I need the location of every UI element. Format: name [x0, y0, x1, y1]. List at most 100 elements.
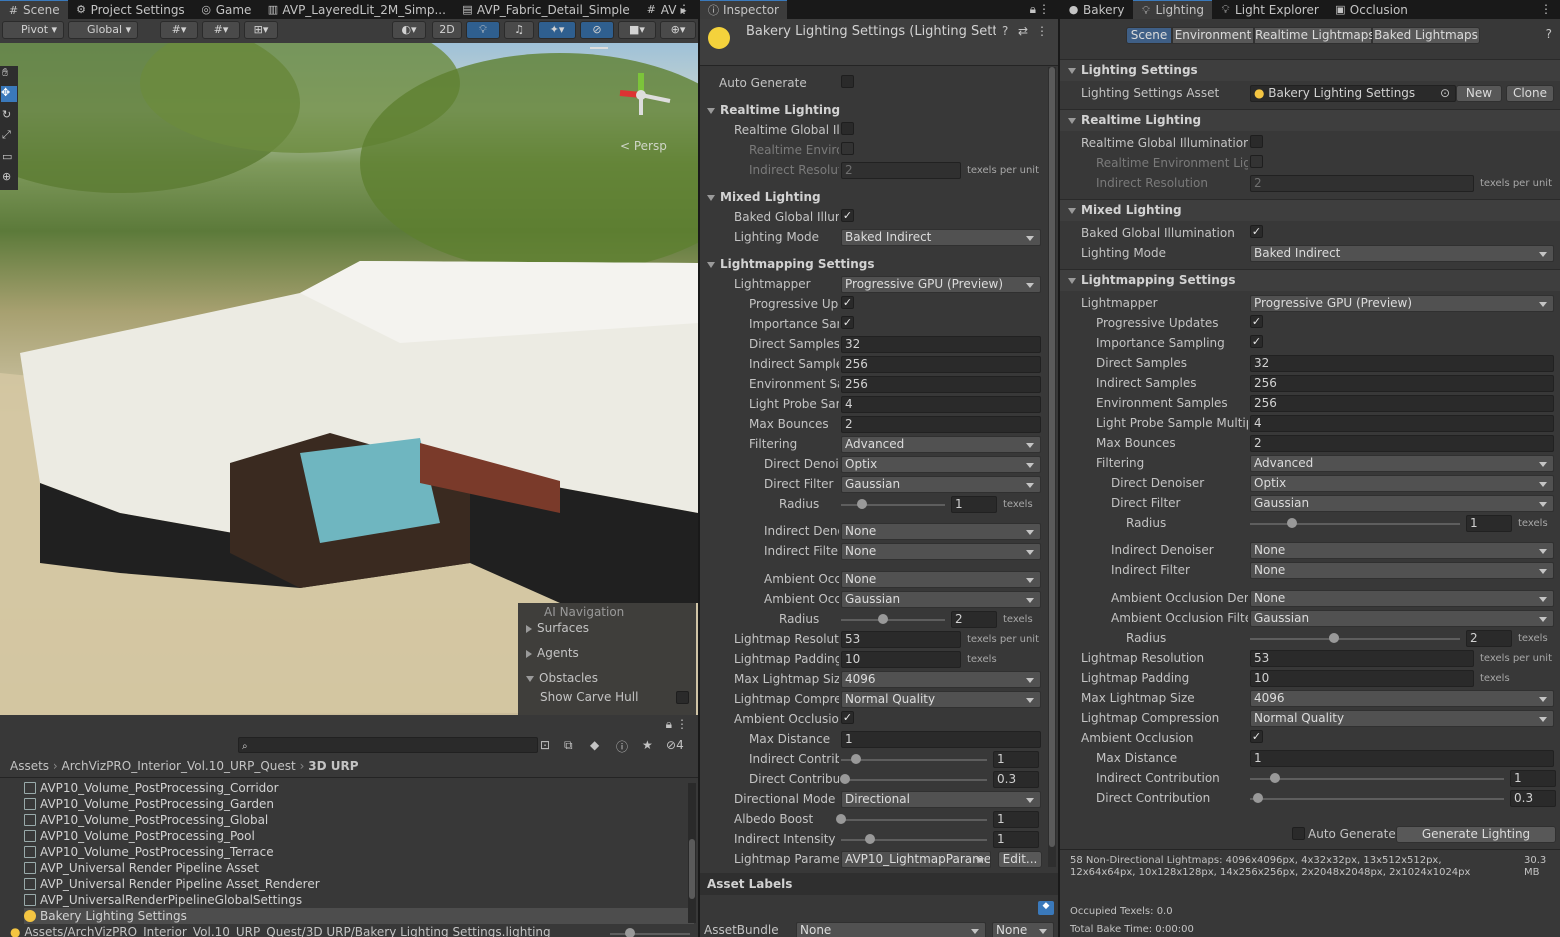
lighting-mode-dropdown[interactable]: Baked Indirect [841, 229, 1041, 246]
list-item[interactable]: AVP10_Volume_PostProcessing_Terrace [24, 844, 274, 860]
importance-sampling-checkbox[interactable]: ✓ [841, 316, 854, 329]
warning-filter-icon[interactable]: ⓘ [616, 738, 628, 755]
environment-samples-field[interactable]: 256 [841, 376, 1041, 393]
lighting-settings-header[interactable]: Lighting Settings [1068, 63, 1198, 77]
tab-lighting[interactable]: 💡︎ Lighting [1132, 0, 1213, 19]
progressive-updates-checkbox[interactable]: ✓ [841, 296, 854, 309]
snap-increment-button[interactable]: ⊞▾ [244, 21, 278, 39]
lightmap-compression-dropdown[interactable]: Normal Quality [841, 691, 1041, 708]
progressive-updates-checkbox[interactable]: ✓ [1250, 315, 1263, 328]
auto-generate-checkbox[interactable] [841, 75, 854, 88]
mixed-lighting-header[interactable]: Mixed Lighting [707, 190, 821, 204]
indirect-samples-field[interactable]: 256 [1250, 375, 1554, 392]
ambient-occlusion-checkbox[interactable]: ✓ [841, 711, 854, 724]
overlay-item-obstacles[interactable]: Obstacles [526, 671, 598, 685]
move-tool-icon[interactable]: ✥ [1, 86, 17, 102]
max-bounces-field[interactable]: 2 [841, 416, 1041, 433]
slider-thumb[interactable] [865, 834, 876, 844]
more-menu-icon[interactable]: ⋮ [678, 2, 690, 16]
baked-gi-checkbox[interactable]: ✓ [841, 209, 854, 222]
tab-game[interactable]: ◎ Game [193, 0, 260, 19]
lightmap-compression-dropdown[interactable]: Normal Quality [1250, 710, 1554, 727]
clone-lighting-settings-button[interactable]: Clone [1506, 85, 1554, 102]
lighting-mode-dropdown[interactable]: Baked Indirect [1250, 245, 1554, 262]
tab-occlusion[interactable]: ▣ Occlusion [1327, 0, 1416, 19]
environment-samples-field[interactable]: 256 [1250, 395, 1554, 412]
more-menu-icon[interactable]: ⋮ [676, 717, 688, 731]
indirect-resolution-field[interactable]: 2 [841, 162, 961, 179]
show-carve-hull-checkbox[interactable] [676, 691, 689, 704]
tab-inspector[interactable]: ⓘ Inspector [700, 0, 787, 19]
global-dropdown[interactable]: Global ▾ [68, 21, 138, 39]
tab-scene[interactable]: # Scene [0, 0, 68, 19]
ao-filter-dropdown[interactable]: Gaussian [841, 591, 1041, 608]
slider-thumb[interactable] [1252, 793, 1263, 803]
toggle-2d-button[interactable]: 2D [432, 21, 462, 39]
ao-radius-value-field[interactable]: 2 [951, 611, 997, 628]
effects-toggle-button[interactable]: ✦▾ [538, 21, 576, 39]
indirect-filter-dropdown[interactable]: None [1250, 562, 1554, 579]
direct-filter-dropdown[interactable]: Gaussian [1250, 495, 1554, 512]
importance-sampling-checkbox[interactable]: ✓ [1250, 335, 1263, 348]
list-item[interactable]: AVP10_Volume_PostProcessing_Garden [24, 796, 274, 812]
direct-radius-slider[interactable] [841, 496, 945, 513]
filtering-dropdown[interactable]: Advanced [841, 436, 1041, 453]
lock-icon[interactable]: 🔒︎ [1030, 2, 1036, 17]
slider-thumb[interactable] [840, 774, 851, 784]
hand-tool-icon[interactable]: ✋︎ [2, 66, 16, 82]
light-probe-samples-field[interactable]: 4 [841, 396, 1041, 413]
edit-lightmap-parameters-button[interactable]: Edit... [998, 851, 1042, 868]
scrollbar-thumb[interactable] [1049, 67, 1055, 847]
ao-denoiser-dropdown[interactable]: None [1250, 590, 1554, 607]
grid-snap-button[interactable]: #▾ [160, 21, 198, 39]
max-distance-field[interactable]: 1 [1250, 750, 1554, 767]
realtime-env-checkbox[interactable] [1250, 155, 1263, 168]
list-item[interactable]: AVP_UniversalRenderPipelineGlobalSetting… [24, 892, 302, 908]
breadcrumb-current[interactable]: 3D URP [308, 759, 358, 773]
indirect-contribution-slider[interactable] [1250, 770, 1504, 787]
tab-layered-lit[interactable]: ▥ AVP_LayeredLit_2M_Simp... [259, 0, 454, 19]
file-list-scrollbar[interactable] [688, 783, 696, 923]
slider-thumb[interactable] [877, 614, 888, 624]
albedo-boost-value-field[interactable]: 1 [993, 811, 1039, 828]
lighting-toggle-button[interactable]: 💡︎ [466, 21, 500, 39]
tab-fabric-detail[interactable]: ▤ AVP_Fabric_Detail_Simple [454, 0, 638, 19]
list-item[interactable]: AVP10_Volume_PostProcessing_Global [24, 812, 268, 828]
indirect-samples-field[interactable]: 256 [841, 356, 1041, 373]
albedo-boost-slider[interactable] [836, 811, 987, 828]
asset-bundle-variant-dropdown[interactable]: None [992, 922, 1054, 937]
max-distance-field[interactable]: 1 [841, 731, 1041, 748]
realtime-lighting-header[interactable]: Realtime Lighting [707, 103, 840, 117]
breadcrumb-folder[interactable]: ArchVizPRO_Interior_Vol.10_URP_Quest [62, 759, 296, 773]
slider-thumb[interactable] [1270, 773, 1281, 783]
max-lightmap-size-dropdown[interactable]: 4096 [841, 671, 1041, 688]
more-menu-icon[interactable]: ⋮ [1540, 2, 1552, 16]
baked-gi-checkbox[interactable]: ✓ [1250, 225, 1263, 238]
indirect-intensity-slider[interactable] [841, 831, 987, 848]
scale-tool-icon[interactable]: ⤢ [2, 128, 16, 144]
overlay-item-surfaces[interactable]: Surfaces [526, 621, 589, 635]
camera-settings-button[interactable]: ■▾ [618, 21, 656, 39]
slider-thumb[interactable] [856, 499, 867, 509]
ao-filter-dropdown[interactable]: Gaussian [1250, 610, 1554, 627]
indirect-denoiser-dropdown[interactable]: None [1250, 542, 1554, 559]
lightmap-padding-field[interactable]: 10 [1250, 670, 1474, 687]
hidden-packages-icon[interactable]: ⊘4 [666, 738, 684, 752]
icon-size-slider[interactable] [610, 925, 690, 937]
scene-viewport[interactable]: < Persp AI Navigation Surfaces Agents Ob… [0, 43, 698, 715]
direct-filter-dropdown[interactable]: Gaussian [841, 476, 1041, 493]
search-type-icon[interactable]: ⊡ [540, 738, 550, 752]
direct-samples-field[interactable]: 32 [1250, 355, 1554, 372]
overlay-item-agents[interactable]: Agents [526, 646, 579, 660]
generate-lighting-button[interactable]: Generate Lighting [1396, 826, 1556, 843]
tab-project-settings[interactable]: ⚙ Project Settings [68, 0, 193, 19]
direct-radius-value-field[interactable]: 1 [951, 496, 997, 513]
gizmos-button[interactable]: ⊕▾ [660, 21, 696, 39]
overlay-drag-handle[interactable] [590, 47, 608, 49]
list-item[interactable]: Bakery Lighting Settings [24, 908, 694, 924]
lock-icon[interactable]: 🔒︎ [666, 717, 672, 732]
realtime-lighting-header[interactable]: Realtime Lighting [1068, 113, 1201, 127]
realtime-env-checkbox[interactable] [841, 142, 854, 155]
directional-mode-dropdown[interactable]: Directional [841, 791, 1041, 808]
ao-denoiser-dropdown[interactable]: None [841, 571, 1041, 588]
